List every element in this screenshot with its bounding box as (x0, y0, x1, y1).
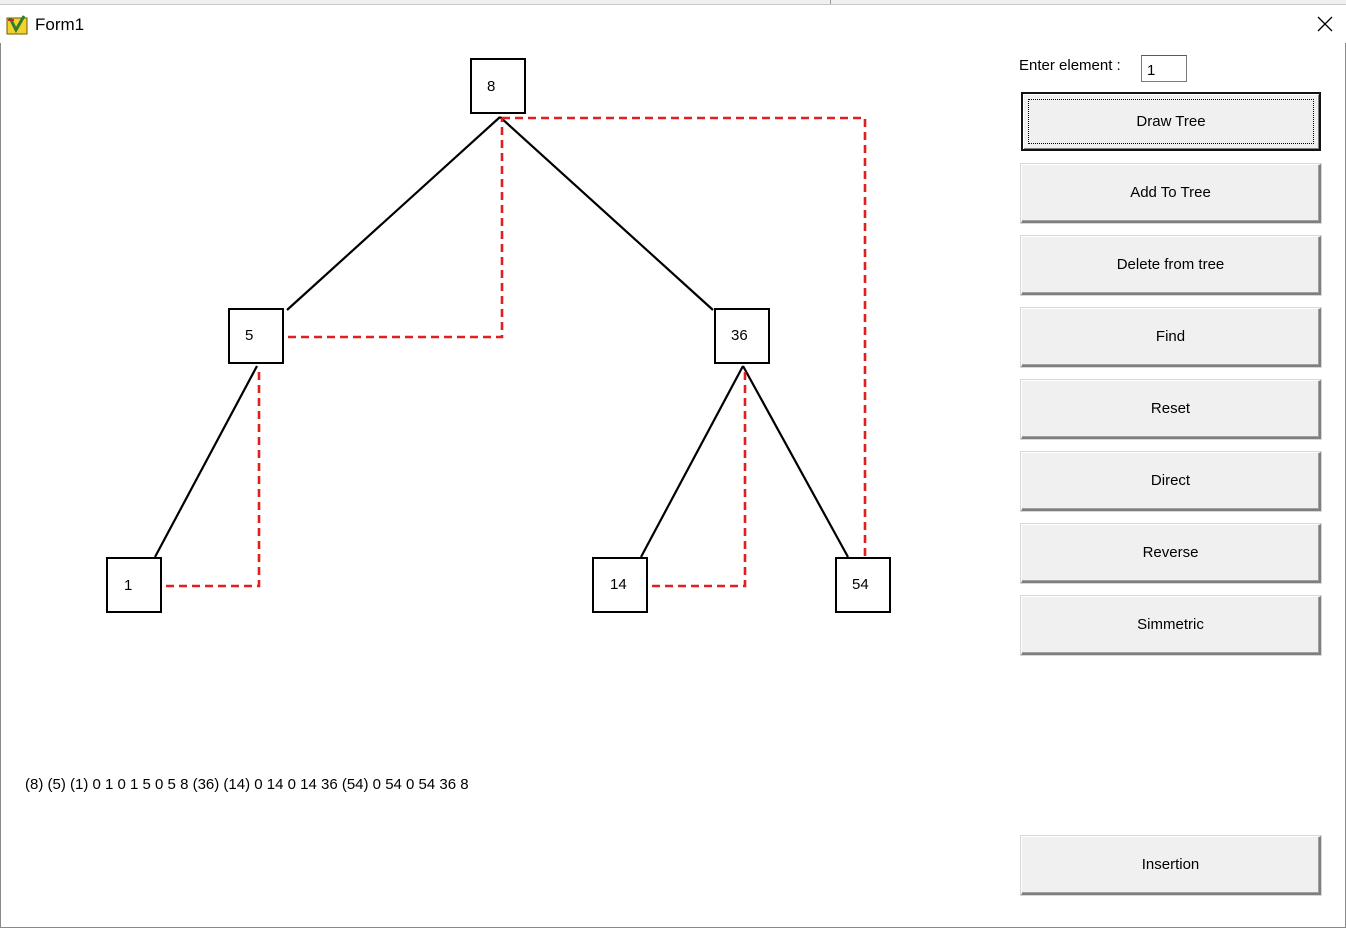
tree-node-label: 14 (610, 576, 627, 593)
tree-node (106, 557, 162, 613)
add-to-tree-button-label: Add To Tree (1130, 184, 1211, 201)
tree-node-label: 8 (487, 78, 496, 95)
add-to-tree-button[interactable]: Add To Tree (1021, 164, 1321, 223)
draw-tree-button[interactable]: Draw Tree (1021, 92, 1321, 151)
reverse-button[interactable]: Reverse (1021, 524, 1321, 583)
edge-36-54 (742, 365, 849, 558)
reset-button[interactable]: Reset (1021, 380, 1321, 439)
tree-node-label: 1 (124, 577, 133, 594)
find-button-label: Find (1155, 328, 1186, 345)
element-input[interactable] (1141, 55, 1187, 82)
insertion-button[interactable]: Insertion (1021, 836, 1321, 895)
edge-8-5 (286, 116, 501, 311)
enter-element-label: Enter element : (1019, 57, 1121, 74)
edge-8-36 (499, 116, 714, 311)
edge-5-1 (154, 365, 258, 558)
insertion-button-label: Insertion (1141, 856, 1200, 873)
reset-button-label: Reset (1150, 400, 1191, 417)
direct-button[interactable]: Direct (1021, 452, 1321, 511)
simmetric-button[interactable]: Simmetric (1021, 596, 1321, 655)
draw-tree-button-label: Draw Tree (1136, 113, 1206, 130)
find-button[interactable]: Find (1021, 308, 1321, 367)
direct-button-label: Direct (1150, 472, 1191, 489)
edge-36-14 (640, 365, 744, 558)
delete-from-tree-button-label: Delete from tree (1116, 256, 1225, 273)
tree-node (228, 308, 284, 364)
close-icon (1317, 16, 1333, 32)
traversal-output: (8) (5) (1) 0 1 0 1 5 0 5 8 (36) (14) 0 … (25, 776, 469, 793)
tree-node-label: 5 (245, 327, 254, 344)
delete-from-tree-button[interactable]: Delete from tree (1021, 236, 1321, 295)
tree-node (470, 58, 526, 114)
thread-5-to-8 (288, 118, 504, 339)
thread-1-to-5 (166, 367, 261, 588)
tree-node-label: 54 (852, 576, 869, 593)
tree-node-label: 36 (731, 327, 748, 344)
thread-14-to-36 (652, 367, 747, 588)
reverse-button-label: Reverse (1142, 544, 1199, 561)
simmetric-button-label: Simmetric (1137, 616, 1204, 633)
close-button[interactable] (1306, 9, 1344, 39)
